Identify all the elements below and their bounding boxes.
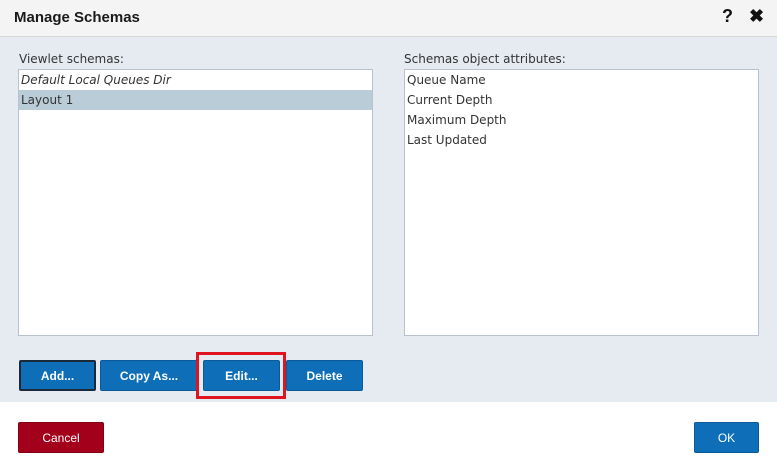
attribute-item: Maximum Depth xyxy=(407,113,507,127)
object-attributes-label: Schemas object attributes: xyxy=(404,52,566,66)
cancel-button[interactable]: Cancel xyxy=(18,422,104,453)
dialog-footer: Cancel OK xyxy=(0,402,777,467)
viewlet-schemas-label: Viewlet schemas: xyxy=(19,52,124,66)
delete-button[interactable]: Delete xyxy=(286,360,363,391)
ok-button[interactable]: OK xyxy=(694,422,759,453)
edit-button[interactable]: Edit... xyxy=(203,360,280,391)
schema-item-default-local-queues-dir[interactable]: Default Local Queues Dir xyxy=(19,70,372,90)
copy-as-button[interactable]: Copy As... xyxy=(100,360,198,391)
dialog-title: Manage Schemas xyxy=(14,9,140,26)
attribute-item: Queue Name xyxy=(407,73,486,87)
object-attributes-list[interactable]: Queue Name Current Depth Maximum Depth L… xyxy=(404,69,759,336)
close-icon[interactable]: ✖ xyxy=(749,6,764,27)
attribute-item: Last Updated xyxy=(407,133,487,147)
schema-item-layout-1[interactable]: Layout 1 xyxy=(19,90,372,110)
attribute-item: Current Depth xyxy=(407,93,493,107)
dialog-titlebar: Manage Schemas ? ✖ xyxy=(0,0,777,37)
add-button[interactable]: Add... xyxy=(19,360,96,391)
dialog-body: Viewlet schemas: Schemas object attribut… xyxy=(0,37,777,402)
manage-schemas-dialog: Manage Schemas ? ✖ Viewlet schemas: Sche… xyxy=(0,0,777,467)
help-icon[interactable]: ? xyxy=(722,6,733,27)
viewlet-schemas-list[interactable]: Default Local Queues Dir Layout 1 xyxy=(18,69,373,336)
